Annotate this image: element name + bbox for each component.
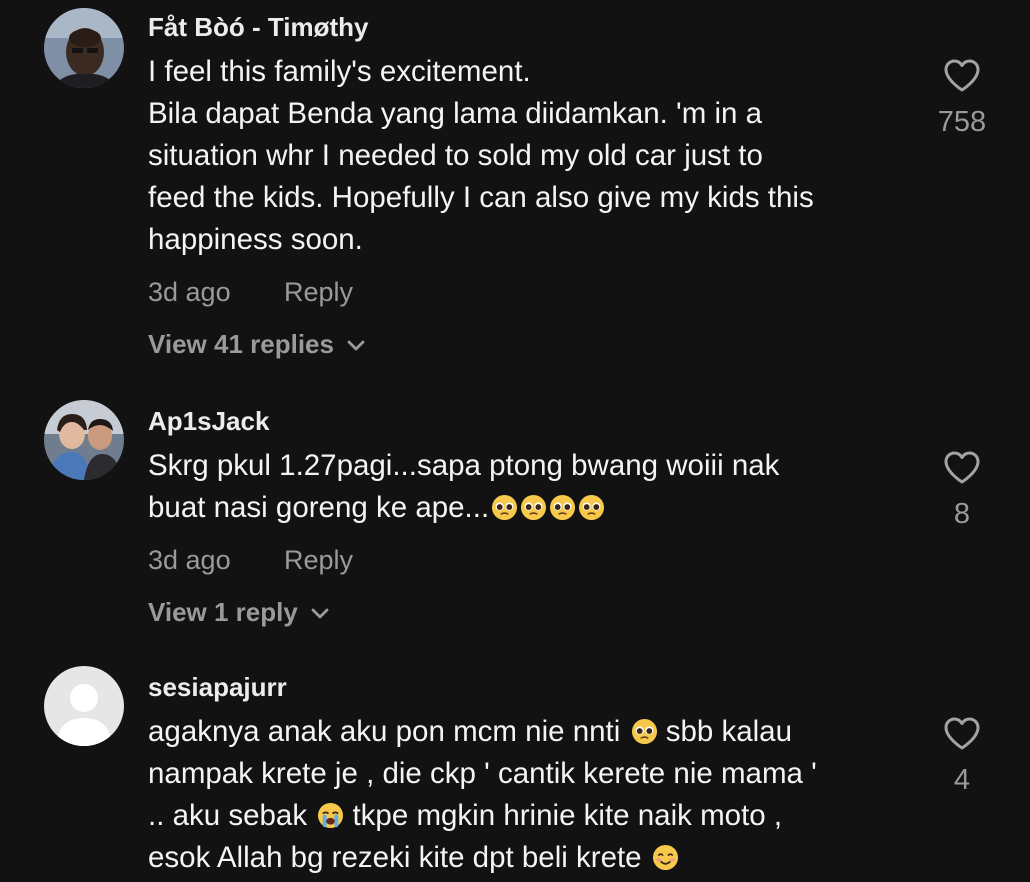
comment-line: happiness soon.: [148, 223, 363, 256]
like-count: 8: [953, 498, 971, 530]
avatar[interactable]: [44, 666, 124, 746]
avatar[interactable]: [44, 400, 124, 480]
smiling-face-icon: [652, 844, 678, 871]
chevron-down-icon: [310, 594, 330, 628]
crying-face-icon: [318, 802, 344, 829]
comment-line-text: buat nasi goreng ke ape...: [148, 491, 490, 524]
like-control: 8: [917, 450, 1007, 531]
timestamp: 3d ago: [148, 545, 231, 575]
comment-line-text: tkpe mgkin hrinie kite naik moto ,: [352, 799, 783, 832]
reply-button[interactable]: Reply: [284, 275, 353, 309]
pleading-face-icon: [521, 494, 547, 521]
comment-line: I feel this family's excitement.: [148, 55, 531, 88]
view-replies-button[interactable]: View 41 replies: [148, 326, 908, 361]
reply-button[interactable]: Reply: [284, 543, 353, 577]
comment-line-text: sbb kalau: [665, 715, 792, 748]
heart-icon[interactable]: [917, 450, 1007, 491]
comment-text: agaknya anak aku pon mcm nie nnti sbb ka…: [148, 711, 908, 879]
comment-line: Bila dapat Benda yang lama diidamkan. 'm…: [148, 97, 763, 130]
comment-line: Skrg pkul 1.27pagi...sapa ptong bwang wo…: [148, 449, 780, 482]
comment-text: I feel this family's excitement. Bila da…: [148, 51, 908, 261]
comment-line-text: .. aku sebak: [148, 799, 308, 832]
heart-icon[interactable]: [917, 58, 1007, 99]
comment-line: situation whr I needed to sold my old ca…: [148, 139, 763, 172]
chevron-down-icon: [346, 326, 366, 360]
view-replies-button[interactable]: View 1 reply: [148, 594, 908, 629]
comment-line: .. aku sebak tkpe mgkin hrinie kite naik…: [148, 795, 908, 837]
comment-line: feed the kids. Hopefully I can also give…: [148, 181, 814, 214]
username[interactable]: sesiapajurr: [148, 672, 908, 702]
username[interactable]: Ap1sJack: [148, 406, 908, 436]
default-avatar-icon: [44, 666, 124, 746]
comment-line-text: agaknya anak aku pon mcm nie nnti: [148, 715, 621, 748]
comment-line-text: esok Allah bg rezeki kite dpt beli krete: [148, 841, 642, 874]
pleading-face-icon: [550, 494, 576, 521]
comment-line: esok Allah bg rezeki kite dpt beli krete: [148, 837, 908, 879]
timestamp: 3d ago: [148, 277, 231, 307]
comment-meta: 3d ago Reply: [148, 275, 908, 309]
comment-line: nampak krete je , die ckp ' cantik keret…: [148, 757, 817, 790]
comment-meta: 3d ago Reply: [148, 543, 908, 577]
username[interactable]: Fåt Bòó - Timøthy: [148, 12, 908, 42]
man-photo-icon: [44, 8, 124, 88]
like-count: 4: [953, 764, 971, 796]
view-replies-label: View 1 reply: [148, 597, 298, 627]
like-control: 4: [917, 716, 1007, 797]
like-count: 758: [937, 106, 987, 138]
comment-text: Skrg pkul 1.27pagi...sapa ptong bwang wo…: [148, 445, 908, 529]
pleading-face-icon: [579, 494, 605, 521]
comment-line: buat nasi goreng ke ape...: [148, 487, 908, 529]
avatar[interactable]: [44, 8, 124, 88]
pleading-face-icon: [492, 494, 518, 521]
heart-icon[interactable]: [917, 716, 1007, 757]
couple-photo-icon: [44, 400, 124, 480]
view-replies-label: View 41 replies: [148, 329, 334, 359]
comment-line: agaknya anak aku pon mcm nie nnti sbb ka…: [148, 711, 908, 753]
like-control: 758: [917, 58, 1007, 139]
pleading-face-icon: [631, 718, 657, 745]
